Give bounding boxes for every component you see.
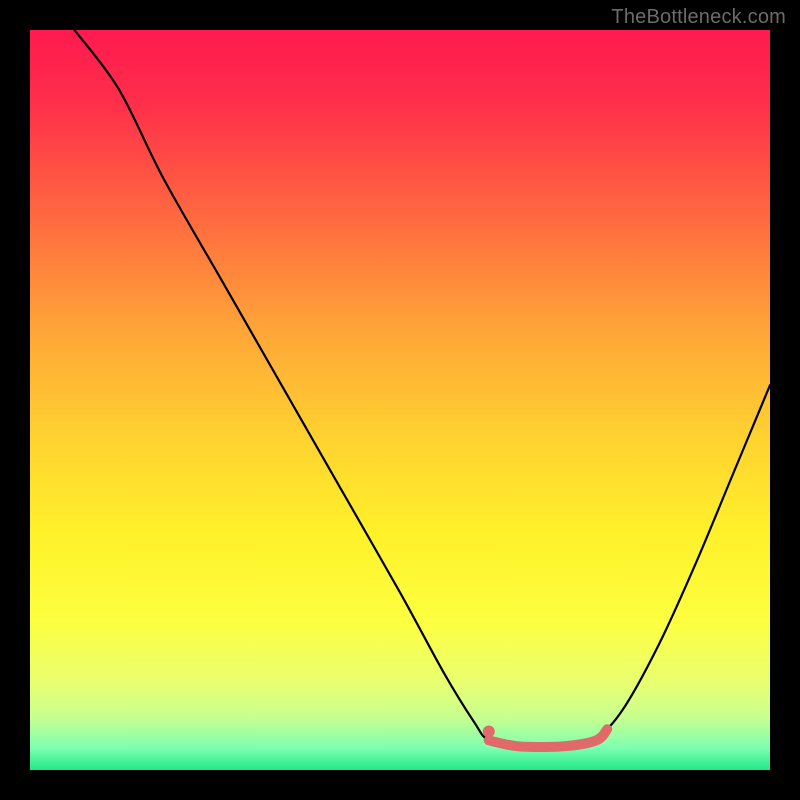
watermark-text: TheBottleneck.com [611,6,786,29]
chart-plot-area [30,30,770,770]
chart-marker-layer [30,30,770,770]
highlight-dot-icon [483,726,495,738]
